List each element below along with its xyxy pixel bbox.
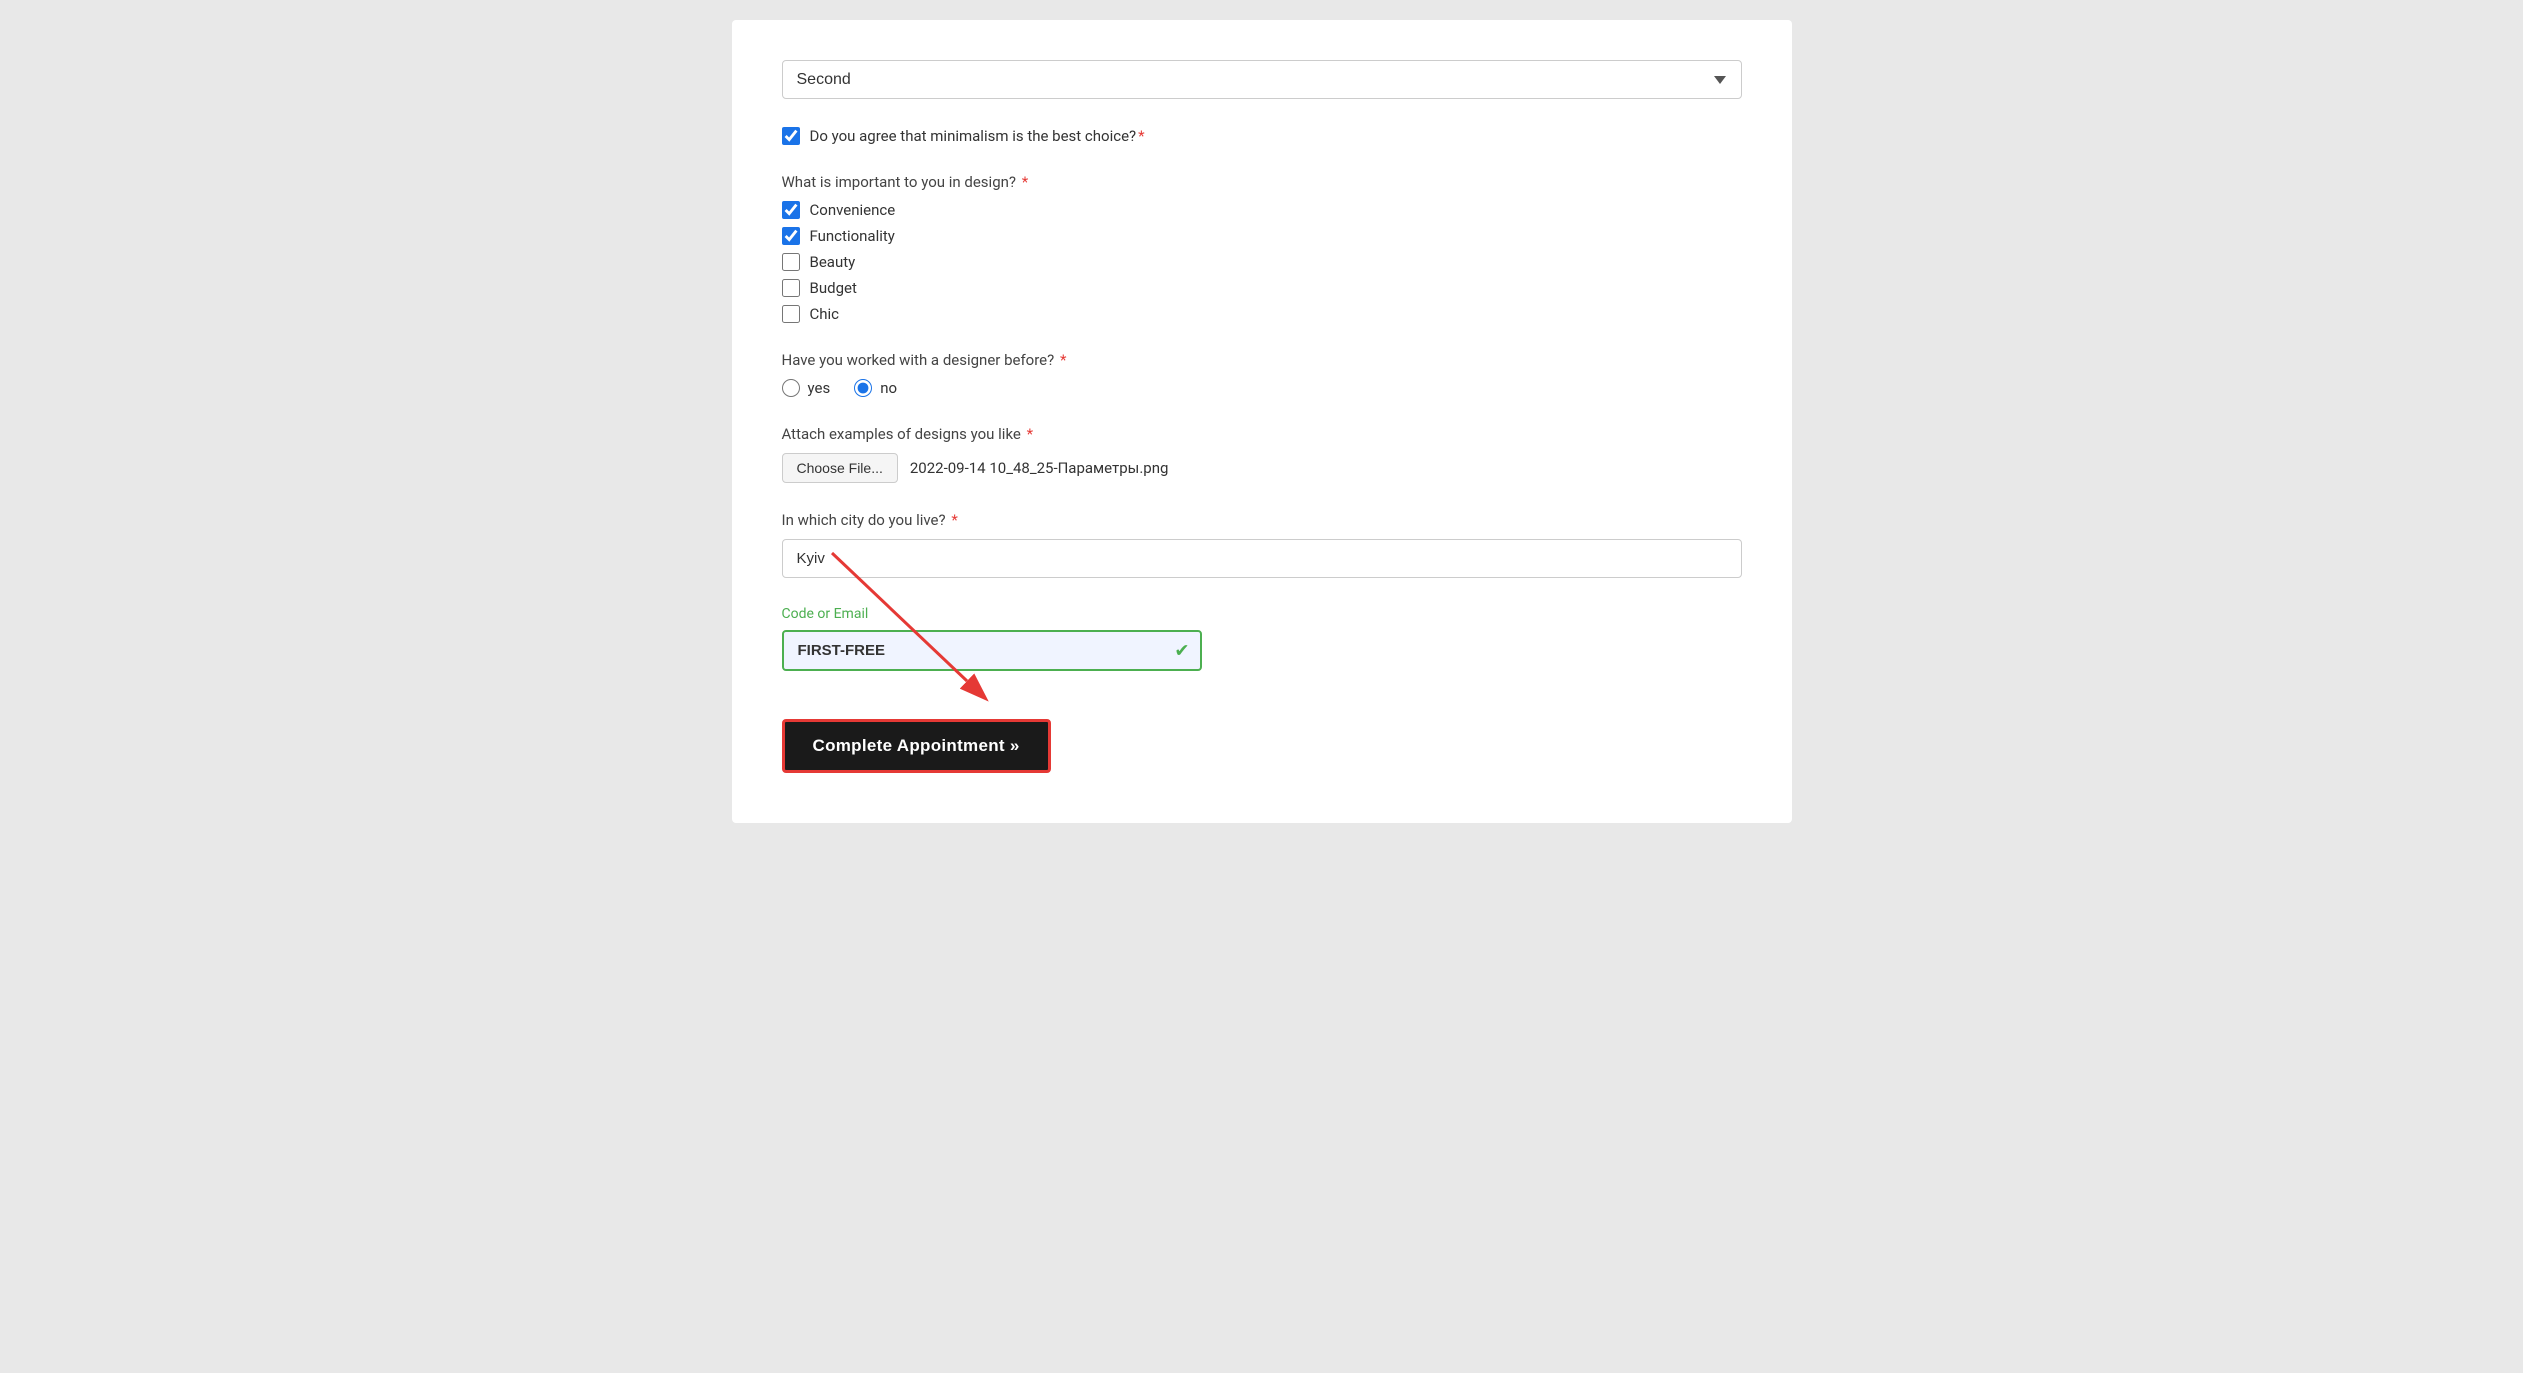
convenience-checkbox[interactable] <box>782 201 800 219</box>
yes-radio[interactable] <box>782 379 800 397</box>
choose-file-button[interactable]: Choose File... <box>782 453 898 483</box>
designer-label: Have you worked with a designer before? … <box>782 351 1742 369</box>
beauty-row: Beauty <box>782 253 1742 271</box>
code-label: Code or Email <box>782 606 1742 622</box>
check-icon: ✔ <box>1174 640 1189 661</box>
chic-row: Chic <box>782 305 1742 323</box>
functionality-checkbox[interactable] <box>782 227 800 245</box>
code-input[interactable] <box>782 630 1202 671</box>
required-star: * <box>1138 127 1144 145</box>
chic-checkbox[interactable] <box>782 305 800 323</box>
yes-label[interactable]: yes <box>808 379 831 397</box>
page-wrapper: Second Do you agree that minimalism is t… <box>0 0 2523 1373</box>
beauty-label[interactable]: Beauty <box>810 253 856 271</box>
city-group: In which city do you live? * <box>782 511 1742 578</box>
yes-radio-row: yes <box>782 379 831 397</box>
attach-label: Attach examples of designs you like * <box>782 425 1742 443</box>
file-name: 2022-09-14 10_48_25-Параметры.png <box>910 459 1169 477</box>
file-input-row: Choose File... 2022-09-14 10_48_25-Парам… <box>782 453 1742 483</box>
dropdown-wrapper: Second <box>782 60 1742 99</box>
convenience-row: Convenience <box>782 201 1742 219</box>
minimalism-label[interactable]: Do you agree that minimalism is the best… <box>810 127 1145 145</box>
second-dropdown[interactable]: Second <box>782 60 1742 99</box>
required-star-4: * <box>1023 425 1033 443</box>
code-group: Code or Email ✔ <box>782 606 1742 671</box>
required-star-2: * <box>1018 173 1028 191</box>
designer-group: Have you worked with a designer before? … <box>782 351 1742 397</box>
required-star-5: * <box>948 511 958 529</box>
functionality-row: Functionality <box>782 227 1742 245</box>
chic-label[interactable]: Chic <box>810 305 840 323</box>
minimalism-checkbox[interactable] <box>782 127 800 145</box>
design-importance-label: What is important to you in design? * <box>782 173 1742 191</box>
budget-row: Budget <box>782 279 1742 297</box>
minimalism-checkbox-row: Do you agree that minimalism is the best… <box>782 127 1742 145</box>
attach-group: Attach examples of designs you like * Ch… <box>782 425 1742 483</box>
design-importance-group: What is important to you in design? * Co… <box>782 173 1742 323</box>
complete-appointment-button[interactable]: Complete Appointment » <box>782 719 1051 773</box>
no-label[interactable]: no <box>880 379 897 397</box>
form-card: Second Do you agree that minimalism is t… <box>732 20 1792 823</box>
minimalism-group: Do you agree that minimalism is the best… <box>782 127 1742 145</box>
convenience-label[interactable]: Convenience <box>810 201 896 219</box>
budget-checkbox[interactable] <box>782 279 800 297</box>
dropdown-group: Second <box>782 60 1742 99</box>
no-radio[interactable] <box>854 379 872 397</box>
code-input-wrapper: ✔ <box>782 630 1202 671</box>
designer-radio-group: yes no <box>782 379 1742 397</box>
city-input[interactable] <box>782 539 1742 578</box>
beauty-checkbox[interactable] <box>782 253 800 271</box>
no-radio-row: no <box>854 379 897 397</box>
functionality-label[interactable]: Functionality <box>810 227 895 245</box>
budget-label[interactable]: Budget <box>810 279 857 297</box>
required-star-3: * <box>1056 351 1066 369</box>
city-label: In which city do you live? * <box>782 511 1742 529</box>
